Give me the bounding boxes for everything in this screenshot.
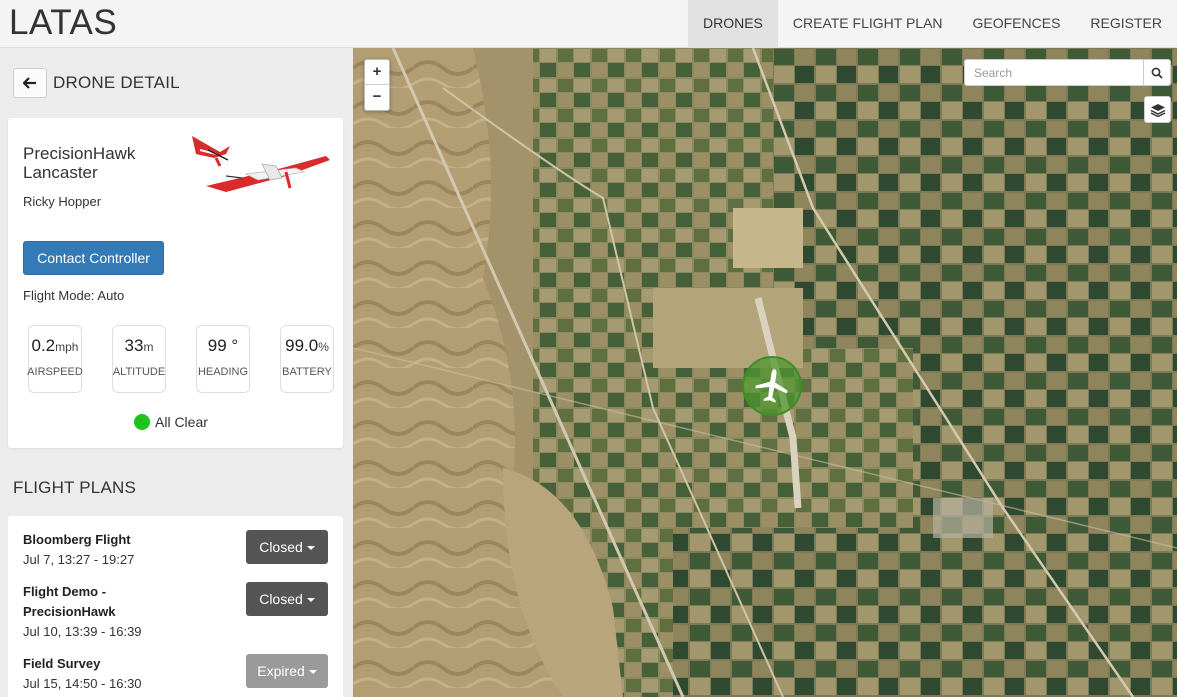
search-button[interactable] <box>1144 59 1171 86</box>
contact-controller-button[interactable]: Contact Controller <box>23 241 164 275</box>
drone-name: PrecisionHawk Lancaster <box>23 144 136 182</box>
zoom-out-button[interactable]: − <box>365 85 389 110</box>
status-label: Closed <box>259 539 303 555</box>
gauge-unit: % <box>318 340 329 354</box>
nav-item-create-flight-plan[interactable]: CREATE FLIGHT PLAN <box>778 0 958 48</box>
flight-plans-list: Bloomberg Flight Jul 7, 13:27 - 19:27 Cl… <box>8 516 343 697</box>
flight-plan-name: Flight Demo - PrecisionHawk <box>23 584 116 619</box>
caret-down-icon <box>308 670 317 675</box>
drone-marker[interactable] <box>742 356 802 416</box>
gauge-unit: m <box>143 340 154 354</box>
gauge-value: 99.0 <box>285 336 319 355</box>
status-dot-icon <box>134 414 150 430</box>
flight-plan-status-dropdown[interactable]: Closed <box>246 582 328 616</box>
map-view[interactable]: + − <box>353 48 1177 697</box>
flight-plan-status-dropdown[interactable]: Closed <box>246 530 328 564</box>
layers-button[interactable] <box>1144 96 1171 123</box>
gauge-battery: 99.0% BATTERY <box>280 325 334 393</box>
nav-item-geofences[interactable]: GEOFENCES <box>958 0 1076 48</box>
map-search-input[interactable] <box>964 59 1144 86</box>
airplane-icon <box>755 369 788 403</box>
left-panel: DRONE DETAIL PrecisionHawk Lancaster Ric… <box>0 48 353 697</box>
flight-mode: Flight Mode: Auto <box>23 288 125 303</box>
map-search <box>964 59 1171 86</box>
gauge-label: AIRSPEED <box>27 366 83 378</box>
status-text: All Clear <box>155 414 208 430</box>
zoom-in-button[interactable]: + <box>365 60 389 85</box>
flight-plan-item[interactable]: Bloomberg Flight Jul 7, 13:27 - 19:27 Cl… <box>23 530 333 570</box>
flight-plan-name: Bloomberg Flight <box>23 532 131 547</box>
gauge-airspeed: 0.2mph AIRSPEED <box>27 325 83 393</box>
gauge-value: 33 <box>124 336 144 355</box>
caret-down-icon <box>306 598 315 603</box>
layers-icon <box>1150 103 1165 117</box>
nav-item-register[interactable]: REGISTER <box>1075 0 1177 48</box>
caret-down-icon <box>306 546 315 551</box>
gauge-value: 99 ° <box>207 336 239 355</box>
gauge-label: HEADING <box>197 366 249 378</box>
nav-item-drones[interactable]: DRONES <box>687 0 778 48</box>
flight-plan-name: Field Survey <box>23 656 101 671</box>
brand-logo[interactable]: LATAS <box>9 3 117 43</box>
gauge-label: BATTERY <box>282 366 332 378</box>
detail-header: DRONE DETAIL <box>13 68 180 98</box>
gauge-label: ALTITUDE <box>112 366 166 378</box>
top-navbar: LATAS DRONES CREATE FLIGHT PLAN GEOFENCE… <box>0 0 1177 48</box>
telemetry-gauges: 0.2mph AIRSPEED 33m ALTITUDE 99 ° HEADIN… <box>27 325 334 393</box>
gauge-unit: mph <box>55 340 79 354</box>
flight-plan-item[interactable]: Field Survey Jul 15, 14:50 - 16:30 Expir… <box>23 654 333 694</box>
pilot-name: Ricky Hopper <box>23 194 102 209</box>
page-title: DRONE DETAIL <box>53 73 180 92</box>
status-label: Closed <box>259 591 303 607</box>
status-indicator: All Clear <box>134 414 208 430</box>
drone-image <box>192 136 330 192</box>
back-button[interactable] <box>13 68 47 98</box>
flight-plan-item[interactable]: Flight Demo - PrecisionHawk Jul 10, 13:3… <box>23 582 333 642</box>
nav-menu: DRONES CREATE FLIGHT PLAN GEOFENCES REGI… <box>687 0 1177 48</box>
flight-plan-time: Jul 10, 13:39 - 16:39 <box>23 624 142 639</box>
search-icon <box>1151 67 1163 79</box>
zoom-control: + − <box>364 59 390 111</box>
flight-plans-title: FLIGHT PLANS <box>13 478 137 497</box>
gauge-heading: 99 ° HEADING <box>196 325 250 393</box>
status-label: Expired <box>257 663 305 679</box>
gauge-value: 0.2 <box>31 336 56 355</box>
flight-plan-status-dropdown[interactable]: Expired <box>246 654 328 688</box>
gauge-altitude: 33m ALTITUDE <box>112 325 166 393</box>
arrow-left-icon <box>23 77 36 89</box>
drone-detail-card: PrecisionHawk Lancaster Ricky Hopper Con… <box>8 118 343 448</box>
